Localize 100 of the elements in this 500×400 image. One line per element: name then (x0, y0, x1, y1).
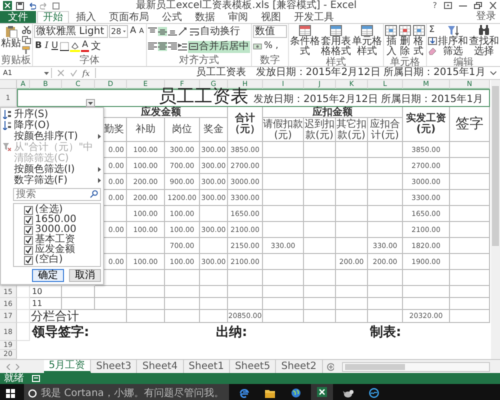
checkbox[interactable] (24, 256, 33, 264)
ribbon-display-icon[interactable] (444, 2, 452, 9)
formula-field[interactable]: 员工工资表 发放日期：2015年2月12日 所属日期：2015年1月 (94, 68, 486, 78)
table-cell (200, 286, 228, 298)
filter-value-label[interactable]: 1650.00 (35, 215, 76, 225)
font-size-field[interactable]: 28 (109, 25, 128, 38)
align-center-icon[interactable] (158, 42, 167, 51)
brush-icon[interactable] (22, 46, 31, 54)
ok-button[interactable]: 确定 (32, 269, 64, 282)
table-cell (368, 190, 403, 206)
table-cell (263, 222, 304, 238)
table-cell (228, 286, 263, 298)
submenu-arrow-icon (98, 134, 101, 139)
table-cell (450, 174, 490, 190)
align-left-icon[interactable] (148, 42, 157, 51)
underline-button[interactable]: U (50, 41, 60, 52)
table-cell (263, 158, 304, 174)
cancel-button[interactable]: 取消 (69, 269, 101, 282)
filter-dropdown-button[interactable] (86, 99, 95, 107)
checkbox[interactable] (24, 236, 33, 244)
submenu-arrow-icon (98, 167, 101, 172)
table-cell (450, 222, 490, 238)
filter-value-label[interactable]: 应发金额 (35, 245, 75, 255)
sort-filter-label: 排序和筛选 (438, 37, 468, 57)
search-field[interactable]: 搜索 (13, 188, 101, 201)
phonetic-button[interactable]: 文 (90, 41, 102, 52)
font-color-button[interactable]: A (81, 41, 90, 52)
number-format-field[interactable]: 数值 (252, 25, 287, 38)
cells-button[interactable]: 插入 (384, 25, 398, 57)
ribbon-tab[interactable]: 视图 (255, 11, 287, 23)
fill-color-icon[interactable] (70, 42, 80, 52)
border-icon[interactable] (60, 42, 70, 51)
table-cell (127, 298, 165, 310)
save-icon[interactable] (16, 2, 24, 10)
checkbox[interactable] (24, 246, 33, 254)
style-button[interactable]: 套用表格格式 (320, 25, 351, 57)
vertical-scrollbar[interactable] (491, 80, 500, 359)
italic-button[interactable]: I (44, 41, 50, 52)
column-header-cell: 合计（元） (228, 107, 263, 142)
expand-icon[interactable] (490, 70, 497, 76)
ribbon-tab[interactable]: 插入 (70, 11, 102, 23)
indent-icon[interactable] (178, 42, 187, 51)
bold-button[interactable]: B (34, 41, 43, 52)
sign-in-link[interactable]: 登录 (476, 11, 496, 23)
check-icon[interactable] (70, 69, 78, 77)
increase-font-button[interactable]: A (129, 26, 138, 37)
ribbon-tab[interactable]: 开发工具 (288, 11, 340, 23)
text-orientation-icon[interactable] (178, 27, 188, 36)
globe-icon (291, 388, 301, 398)
filter-value-label[interactable]: 基本工资 (35, 235, 75, 245)
table-cell (336, 190, 368, 206)
sheet-tab[interactable]: 5月工资 (44, 360, 92, 373)
ribbon-tab[interactable]: 审阅 (222, 11, 254, 23)
align-right-icon[interactable] (168, 42, 177, 51)
style-button[interactable]: 条件格式 (290, 25, 320, 57)
table-cell (368, 270, 403, 286)
filter-value-label[interactable]: (空白) (35, 255, 63, 265)
help-button[interactable]: ? (432, 1, 437, 10)
ribbon-tab[interactable]: 页面布局 (103, 11, 155, 23)
file-tab[interactable]: 文件 (0, 11, 36, 23)
wrap-text-button[interactable]: 自动换行 (188, 26, 241, 38)
ribbon-tab[interactable]: 数据 (189, 11, 221, 23)
checkbox[interactable] (24, 226, 33, 234)
table-cell (304, 238, 336, 254)
cells-button[interactable]: 格式 (412, 25, 425, 57)
paste-button[interactable]: 粘贴 (1, 25, 21, 49)
style-button[interactable]: 单元格样式 (352, 25, 382, 57)
align-middle-icon[interactable] (158, 27, 167, 36)
checkbox[interactable] (24, 216, 33, 224)
comma-button[interactable]: , (274, 41, 280, 52)
copy-icon[interactable] (22, 36, 31, 44)
cells-button[interactable]: 删除 (398, 25, 412, 57)
checkbox[interactable] (24, 206, 33, 214)
sort-filter-button[interactable]: 排序和筛选 (438, 25, 468, 57)
find-select-button[interactable]: 查找和选择 (469, 25, 499, 57)
taskbar-app-button[interactable] (311, 384, 333, 400)
insert-function-button[interactable]: fx (82, 68, 90, 78)
horizontal-scrollbar[interactable] (342, 362, 490, 372)
ribbon-tab[interactable]: 公式 (156, 11, 188, 23)
filter-value-label[interactable]: (全选) (35, 205, 63, 215)
eraser-icon[interactable] (428, 47, 437, 55)
add-sheet-icon[interactable] (326, 362, 334, 370)
table-cell (336, 222, 368, 238)
table-style-icon (360, 25, 373, 36)
merge-center-button[interactable]: 合并后居中 (188, 40, 250, 52)
percent-button[interactable]: % (262, 41, 274, 52)
currency-icon[interactable] (252, 42, 262, 51)
group-label: 样式 (326, 57, 346, 68)
filter-value-label[interactable]: 3000.00 (35, 225, 76, 235)
scissors-icon[interactable] (22, 26, 31, 34)
fill-down-icon[interactable] (428, 37, 437, 45)
table-cell (403, 270, 450, 286)
ribbon-tab[interactable]: 开始 (37, 11, 69, 23)
font-name-field[interactable]: 微软雅黑 Light (34, 25, 108, 38)
close-icon[interactable] (489, 2, 497, 9)
autosum-button[interactable]: Σ (428, 26, 437, 35)
undo-icon[interactable] (28, 2, 36, 10)
table-cell (263, 298, 304, 310)
search-field[interactable]: 我是 Cortana，小娜。有问题尽管问我。 (24, 384, 229, 400)
restore-icon[interactable] (474, 2, 482, 9)
